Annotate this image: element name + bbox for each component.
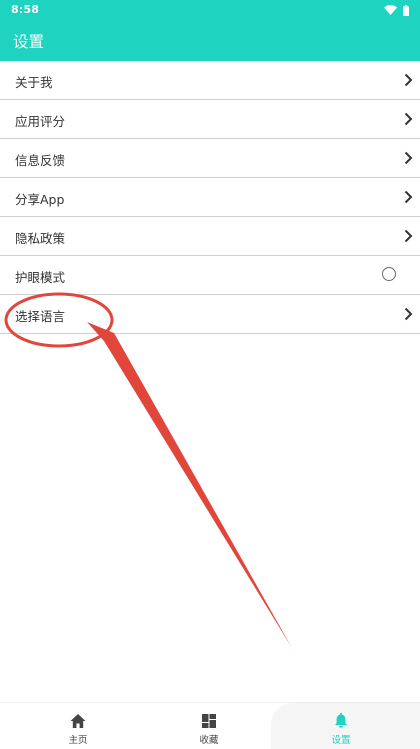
tab-label: 收藏 bbox=[199, 735, 219, 746]
chevron-right-icon bbox=[404, 151, 413, 165]
settings-item-eye-protection: 护眼模式 bbox=[0, 256, 420, 295]
settings-item-label: 信息反馈 bbox=[15, 153, 66, 168]
tab-label: 主页 bbox=[68, 735, 88, 746]
app-bar: 设置 bbox=[0, 20, 420, 61]
settings-item-feedback[interactable]: 信息反馈 bbox=[0, 139, 420, 178]
annotation-arrow bbox=[87, 322, 292, 648]
wifi-icon bbox=[384, 5, 397, 15]
settings-item-label: 隐私政策 bbox=[15, 231, 66, 246]
tab-favorites[interactable]: 收藏 bbox=[139, 703, 279, 749]
settings-item-label: 关于我 bbox=[15, 75, 53, 90]
tab-home[interactable]: 主页 bbox=[8, 703, 148, 749]
settings-item-label: 应用评分 bbox=[15, 114, 66, 129]
battery-icon bbox=[403, 4, 409, 16]
settings-list: 关于我 应用评分 信息反馈 分享App 隐私政策 护眼模式 选择语言 bbox=[0, 61, 420, 334]
status-bar: 8:58 bbox=[0, 0, 420, 20]
chevron-right-icon bbox=[404, 73, 413, 87]
settings-item-share-app[interactable]: 分享App bbox=[0, 178, 420, 217]
settings-item-label: 选择语言 bbox=[15, 309, 66, 324]
tab-settings[interactable]: 设置 bbox=[271, 703, 420, 749]
settings-item-privacy-policy[interactable]: 隐私政策 bbox=[0, 217, 420, 256]
status-time: 8:58 bbox=[11, 3, 40, 16]
settings-item-rate-app[interactable]: 应用评分 bbox=[0, 100, 420, 139]
settings-item-label: 护眼模式 bbox=[15, 270, 66, 285]
chevron-right-icon bbox=[404, 229, 413, 243]
chevron-right-icon bbox=[404, 190, 413, 204]
bell-icon bbox=[332, 712, 350, 730]
status-icons bbox=[384, 4, 409, 16]
settings-item-label: 分享App bbox=[15, 192, 65, 207]
settings-item-about-me[interactable]: 关于我 bbox=[0, 61, 420, 100]
chevron-right-icon bbox=[404, 307, 413, 321]
eye-mode-radio[interactable] bbox=[382, 267, 396, 281]
chevron-right-icon bbox=[404, 112, 413, 126]
page-title: 设置 bbox=[13, 33, 45, 51]
grid-icon bbox=[200, 712, 218, 730]
settings-item-select-language[interactable]: 选择语言 bbox=[0, 295, 420, 334]
bottom-nav: 主页 收藏 设置 bbox=[0, 702, 420, 749]
home-icon bbox=[69, 712, 87, 730]
tab-label: 设置 bbox=[331, 735, 351, 746]
